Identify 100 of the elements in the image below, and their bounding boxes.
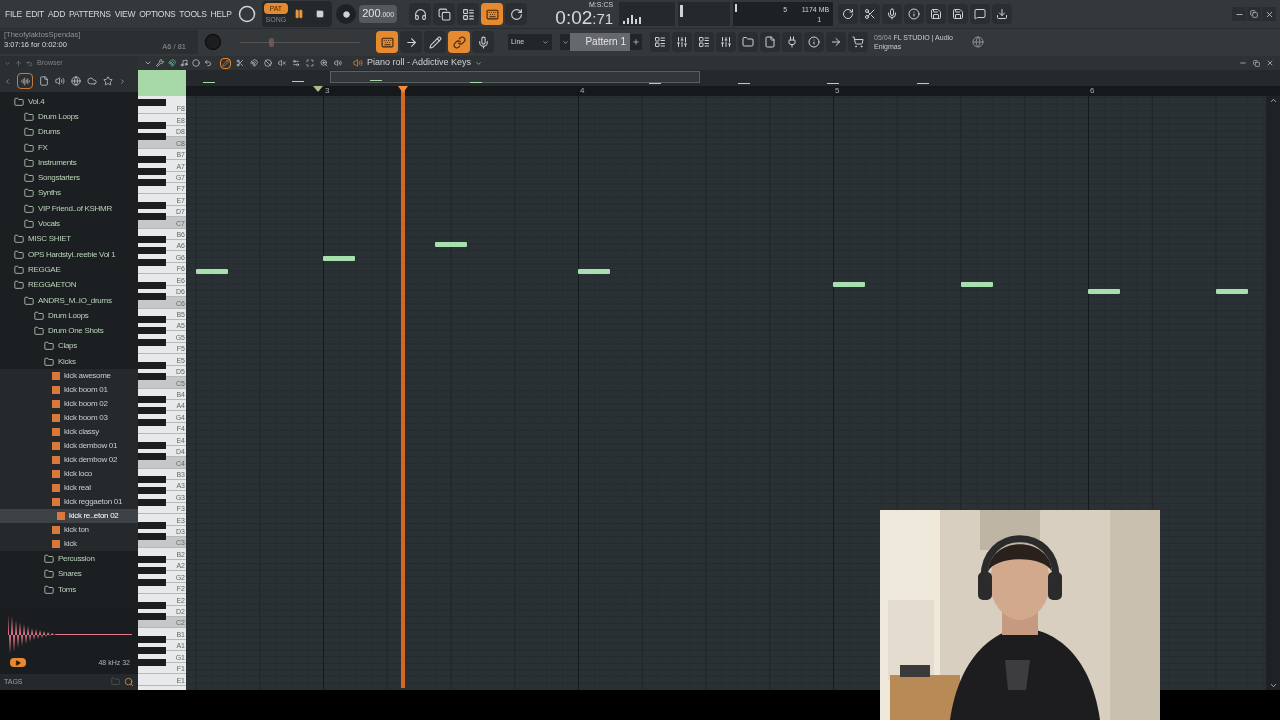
sharp-key[interactable] [138,178,166,186]
sharp-key[interactable] [138,475,166,483]
minimize-button[interactable] [1232,7,1246,21]
sharp-key[interactable] [138,567,166,575]
sample-item[interactable]: kick real [0,481,138,496]
all-button[interactable] [17,73,33,89]
sharp-key[interactable] [138,407,166,415]
save-button[interactable] [926,4,947,24]
sharp-key[interactable] [138,201,166,209]
star-icon[interactable] [103,76,113,86]
sharp-key[interactable] [138,373,166,381]
note[interactable] [833,282,865,288]
menu-item[interactable]: VIEW [114,7,136,21]
search-icon[interactable] [124,677,134,687]
sharp-key[interactable] [138,647,166,655]
sample-item[interactable]: kick boom 02 [0,397,138,412]
left-icon[interactable] [4,77,11,85]
menu-item[interactable]: OPTIONS [139,7,176,21]
sharp-key[interactable] [138,533,166,541]
menu-item[interactable]: EDIT [25,7,44,21]
speaker-icon[interactable] [55,76,65,86]
sample-item[interactable]: kick reggaeton 01 [0,495,138,510]
undo-icon[interactable] [204,59,212,67]
plugin-button[interactable] [782,32,802,52]
save-button[interactable] [948,4,969,24]
info-button[interactable] [904,4,925,24]
erase-tool[interactable] [262,57,273,69]
sample-item[interactable]: kick re..eton 02 [0,509,138,524]
restore-button[interactable] [1247,7,1261,21]
note[interactable] [323,255,355,261]
sharp-key[interactable] [138,247,166,255]
playhead-marker-icon[interactable] [397,86,408,93]
add-pattern-button[interactable] [630,34,642,50]
sample-item[interactable]: kick boom 03 [0,411,138,426]
cut-button[interactable] [860,4,881,24]
zoom-tool[interactable] [318,57,329,69]
sharp-key[interactable] [138,338,166,346]
note[interactable] [1088,289,1120,295]
cart-button[interactable] [848,32,868,52]
sharp-key[interactable] [138,453,166,461]
master-volume-knob-icon[interactable] [237,5,256,23]
link-button[interactable] [448,31,470,53]
sharp-key[interactable] [138,418,166,426]
sample-item[interactable]: kick loco [0,467,138,482]
cloud-icon[interactable] [87,76,97,86]
master-pitch-slider[interactable] [240,37,360,47]
sharp-key[interactable] [138,498,166,506]
menu-caret-icon[interactable] [144,59,152,67]
refresh-button[interactable] [838,4,859,24]
sharp-key[interactable] [138,361,166,369]
note-grid[interactable] [186,96,1266,690]
note[interactable] [434,242,467,248]
sharp-key[interactable] [138,441,166,449]
sample-item[interactable]: kick [0,537,138,552]
menu-item[interactable]: ADD [47,7,65,21]
note[interactable] [578,269,610,275]
typing-keyboard-button[interactable] [376,31,398,53]
close-button[interactable] [1262,7,1276,21]
sharp-key[interactable] [138,167,166,175]
sharp-key[interactable] [138,487,166,495]
scroll-down-icon[interactable] [1268,681,1278,690]
slider-thumb[interactable] [268,37,274,47]
mute-tool[interactable] [276,57,287,69]
menu-item[interactable]: PATTERNS [69,7,111,21]
sharp-key[interactable] [138,236,166,244]
sharp-key[interactable] [138,213,166,221]
title-caret-icon[interactable] [475,59,483,67]
sharp-key[interactable] [138,601,166,609]
file-button[interactable] [760,32,780,52]
pattern-selector[interactable]: Pattern 1 [570,33,630,51]
wrench-icon[interactable] [156,59,164,67]
sharp-key[interactable] [138,635,166,643]
sample-item[interactable]: kick boom 01 [0,383,138,398]
download-button[interactable] [992,4,1013,24]
menu-item[interactable]: TOOLS [179,7,207,21]
right-icon[interactable] [119,77,126,85]
sharp-key[interactable] [138,156,166,164]
play-preview-button[interactable] [10,658,26,667]
note[interactable] [1215,289,1248,295]
sample-item[interactable]: kick awesome [0,369,138,384]
restore-icon[interactable] [1253,59,1260,67]
sample-item[interactable]: kick dembow 02 [0,453,138,468]
mic-button[interactable] [472,31,494,53]
globe-icon[interactable] [71,76,81,86]
sample-item[interactable]: kick ton [0,523,138,538]
sharp-key[interactable] [138,293,166,301]
note-icon[interactable] [180,59,188,67]
mic-button[interactable] [882,4,903,24]
sharp-key[interactable] [138,258,166,266]
sharp-key[interactable] [138,395,166,403]
record-button[interactable] [336,4,357,24]
sharp-key[interactable] [138,121,166,129]
arrow-button[interactable] [400,31,422,53]
note[interactable] [195,269,228,275]
sharp-key[interactable] [138,327,166,335]
sharp-key[interactable] [138,521,166,529]
menu-item[interactable]: FILE [5,7,22,21]
file-icon[interactable] [39,76,49,86]
scroll-up-icon[interactable] [1268,96,1278,105]
magnet-icon[interactable] [168,59,176,67]
